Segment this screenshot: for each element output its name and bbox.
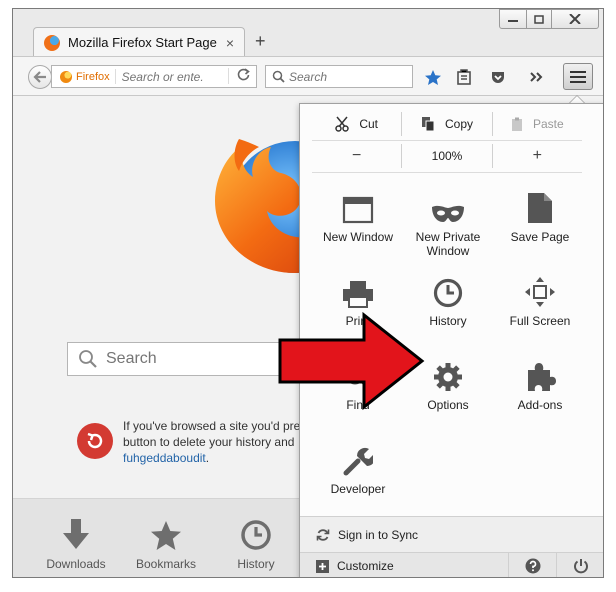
zoom-reset-button[interactable]: 100% [402,144,493,168]
wrench-icon [343,447,373,476]
panel-footer: Customize [300,552,603,577]
sign-in-sync-button[interactable]: Sign in to Sync [300,516,603,552]
minimize-icon [508,20,518,22]
paste-label: Paste [532,117,564,131]
save-page-label: Save Page [510,230,570,244]
back-arrow-icon [33,71,46,83]
downloads-icon [63,519,89,549]
launch-history[interactable]: History [216,517,296,571]
pocket-icon[interactable] [487,67,509,87]
save-page-icon [528,193,552,223]
notice-line-2: button to delete your history and [123,435,295,449]
paste-button[interactable]: Paste [493,112,582,136]
help-icon [525,558,540,574]
plus-box-icon [316,559,329,573]
new-private-window-label: New Private Window [415,230,481,258]
quit-button[interactable] [556,552,603,577]
navigation-toolbar: Firefox [13,56,603,96]
tab-close-icon[interactable]: × [226,35,234,51]
new-tab-button[interactable]: + [255,31,266,52]
restore-icon [534,14,544,24]
firefox-favicon-icon [44,34,60,51]
new-window-icon [342,196,374,224]
red-annotation-arrow [278,311,425,411]
copy-label: Copy [444,117,473,131]
open-menu-button[interactable] [563,63,593,90]
search-bar[interactable] [265,65,413,88]
cut-button[interactable]: Cut [312,112,403,136]
launcher-bar: Downloads Bookmarks History [13,498,305,577]
zoom-in-button[interactable]: + [493,144,582,168]
paste-icon [511,117,522,131]
private-mask-icon [432,205,464,222]
history-label: History [429,314,467,328]
zoom-controls: − 100% + [312,144,582,168]
overflow-chevron-icon[interactable] [525,67,547,87]
hamburger-icon [570,70,586,73]
new-window-button[interactable]: New Window [312,184,404,244]
search-icon [272,70,285,83]
options-label: Options [427,398,469,412]
gear-icon [434,363,462,391]
edit-controls: Cut Copy Paste [312,112,582,136]
identity-label: Firefox [76,70,110,83]
restore-history-icon[interactable] [77,423,113,459]
launch-history-label: History [237,557,275,571]
search-bar-input[interactable] [289,69,399,84]
addons-label: Add-ons [517,398,563,412]
url-bar[interactable]: Firefox [51,65,257,88]
full-screen-button[interactable]: Full Screen [494,268,586,328]
firefox-identity-icon [60,70,72,83]
bookmarks-menu-icon[interactable] [453,67,475,87]
notice-line-1: If you've browsed a site you'd pre [123,419,301,433]
copy-button[interactable]: Copy [402,112,493,136]
full-screen-label: Full Screen [509,314,571,328]
maximize-button[interactable] [526,9,552,29]
new-window-label: New Window [322,230,394,244]
back-button[interactable] [28,65,52,89]
launch-downloads-label: Downloads [46,557,106,571]
page-search-box[interactable] [67,342,307,376]
sync-icon [316,528,330,541]
sign-in-label: Sign in to Sync [338,527,419,542]
developer-button[interactable]: Developer [312,436,404,496]
customize-button[interactable]: Customize [300,559,508,573]
identity-box[interactable]: Firefox [52,69,116,84]
full-screen-icon [525,277,555,307]
launch-bookmarks-label: Bookmarks [135,557,197,571]
history-icon [433,278,463,308]
history-clock-icon [241,520,271,550]
minimize-button[interactable] [499,9,527,29]
separator [312,172,582,173]
browser-window: Mozilla Firefox Start Page × + Firefox S… [12,8,604,578]
copy-icon [421,117,435,132]
close-icon [569,14,581,24]
bookmarks-star-icon [151,521,181,550]
printer-icon [343,281,373,308]
bookmark-star-icon[interactable] [422,67,444,87]
separator [312,140,582,141]
save-page-button[interactable]: Save Page [494,184,586,244]
scissors-icon [335,116,350,132]
forget-link[interactable]: fuhgeddaboudit [123,451,206,465]
close-window-button[interactable] [551,9,599,29]
notice-end: . [205,451,210,465]
url-input[interactable] [121,69,232,84]
tab-title: Mozilla Firefox Start Page [68,35,217,50]
forget-history-notice: If you've browsed a site you'd pre butto… [123,418,303,466]
tab-start-page[interactable]: Mozilla Firefox Start Page × [33,27,245,57]
help-button[interactable] [508,552,556,577]
zoom-out-button[interactable]: − [312,144,403,168]
new-private-window-button[interactable]: New Private Window [402,184,494,258]
developer-label: Developer [330,482,386,496]
reload-icon[interactable] [228,68,250,84]
launch-bookmarks[interactable]: Bookmarks [126,517,206,571]
addons-button[interactable]: Add-ons [494,352,586,412]
launch-downloads[interactable]: Downloads [36,517,116,571]
power-icon [573,559,588,574]
page-search-icon [79,350,97,368]
customize-label: Customize [337,559,394,573]
puzzle-piece-icon [528,363,556,391]
cut-label: Cut [359,117,378,131]
